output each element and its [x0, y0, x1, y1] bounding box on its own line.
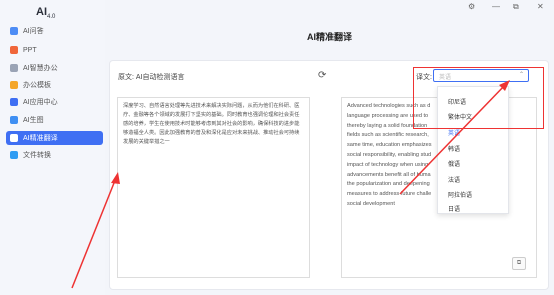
annotation-arrow: [71, 80, 510, 289]
